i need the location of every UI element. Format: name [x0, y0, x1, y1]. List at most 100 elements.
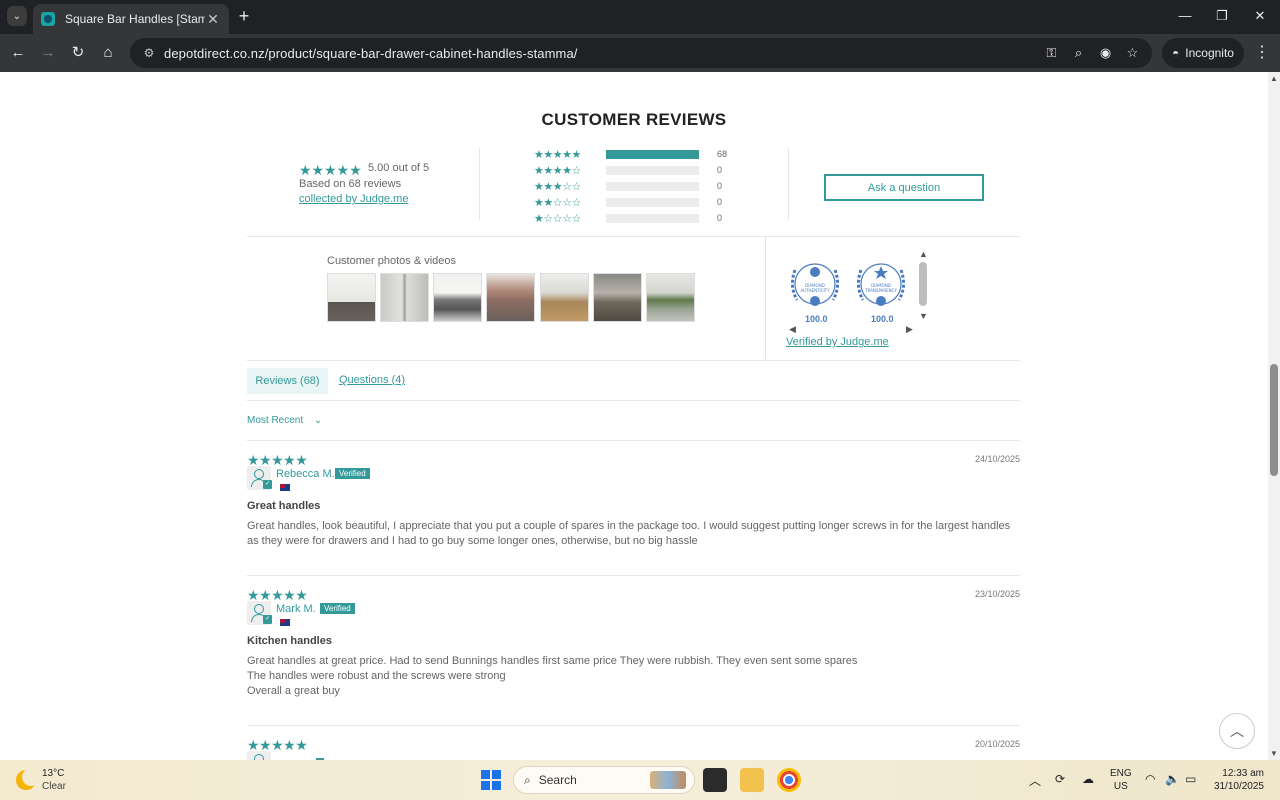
reviewer-avatar-icon — [247, 751, 271, 760]
language-indicator[interactable]: ENG US — [1110, 767, 1132, 793]
histogram-count: 0 — [717, 213, 723, 223]
new-tab-plus-icon[interactable]: + — [234, 6, 254, 26]
badge-score: 100.0 — [805, 314, 828, 324]
wifi-icon[interactable]: ◠ — [1145, 772, 1155, 786]
histogram-row[interactable]: ★★★☆☆ 0 — [534, 179, 722, 193]
incognito-indicator[interactable]: ◓ Incognito — [1162, 38, 1244, 68]
customer-photo[interactable] — [540, 273, 589, 322]
histogram-bar — [606, 197, 699, 207]
restore-icon[interactable]: ❐ — [1207, 6, 1237, 26]
file-explorer-icon[interactable] — [740, 768, 764, 792]
tab-title: Square Bar Handles [Stamma] | — [65, 12, 205, 26]
verified-by-link[interactable]: Verified by Judge.me — [786, 336, 889, 348]
chrome-icon[interactable] — [777, 768, 801, 792]
svg-text:TRANSPARENCY: TRANSPARENCY — [864, 288, 897, 293]
bookmark-star-icon[interactable]: ☆ — [1123, 43, 1142, 63]
taskbar-search-box[interactable]: ⌕ Search — [513, 766, 695, 794]
customer-photo[interactable] — [486, 273, 535, 322]
nz-flag-icon — [280, 484, 290, 491]
average-rating-text: 5.00 out of 5 — [368, 162, 430, 174]
page-content: CUSTOMER REVIEWS ★★★★★ 5.00 out of 5 Bas… — [0, 72, 1268, 760]
reload-icon[interactable]: ↻ — [67, 42, 89, 64]
scroll-down-icon[interactable]: ▼ — [1268, 749, 1280, 758]
weather-temperature[interactable]: 13°C — [42, 768, 64, 779]
histogram-bar — [606, 165, 699, 175]
minimize-icon[interactable]: — — [1170, 6, 1200, 26]
tab-reviews[interactable]: Reviews (68) — [247, 368, 328, 394]
weather-description[interactable]: Clear — [42, 781, 66, 792]
tray-overflow-chevron-icon[interactable]: ︿ — [1029, 772, 1041, 789]
histogram-row[interactable]: ★☆☆☆☆ 0 — [534, 211, 722, 225]
system-clock[interactable]: 12:33 am 31/10/2025 — [1212, 767, 1264, 793]
verified-badge: Verified — [335, 468, 370, 479]
badge-carousel-left-icon[interactable]: ◀ — [789, 324, 796, 335]
search-highlight-icon — [650, 771, 686, 789]
task-view-icon[interactable] — [703, 768, 727, 792]
collected-by-link[interactable]: collected by Judge.me — [299, 193, 408, 205]
based-on-text: Based on 68 reviews — [299, 178, 402, 190]
customer-photo[interactable] — [646, 273, 695, 322]
customer-photo[interactable] — [380, 273, 429, 322]
active-tab[interactable]: Square Bar Handles [Stamma] | ✕ — [33, 4, 229, 34]
verified-badge: Verified — [320, 603, 355, 614]
sort-label: Most Recent — [247, 415, 304, 426]
diamond-transparency-badge[interactable]: DIAMOND TRANSPARENCY — [851, 256, 911, 322]
diamond-authenticity-badge[interactable]: DIAMOND AUTHENTICITY — [785, 256, 845, 322]
customer-photo[interactable] — [593, 273, 642, 322]
language-region: US — [1113, 781, 1128, 792]
eye-off-icon[interactable]: ◉ — [1096, 43, 1115, 63]
customer-photos-label: Customer photos & videos — [327, 255, 457, 267]
divider — [247, 236, 1020, 237]
site-info-icon[interactable]: ⚙ — [134, 46, 164, 60]
customer-photo[interactable] — [327, 273, 376, 322]
verified-check-icon: ✓ — [263, 480, 272, 489]
clock-time: 12:33 am — [1222, 768, 1264, 779]
page-scrollbar[interactable]: ▲ ▼ — [1268, 72, 1280, 760]
review-body: Great handles at great price. Had to sen… — [247, 655, 858, 697]
moon-weather-icon[interactable] — [16, 768, 40, 790]
reviews-heading: CUSTOMER REVIEWS — [541, 110, 727, 129]
url-text[interactable]: depotdirect.co.nz/product/square-bar-dra… — [164, 46, 578, 61]
tab-search-chevron-icon[interactable]: ⌄ — [7, 6, 27, 26]
tab-close-icon[interactable]: ✕ — [205, 11, 221, 28]
windows-start-icon[interactable] — [481, 770, 501, 790]
battery-icon[interactable]: ▭ — [1185, 772, 1196, 786]
home-icon[interactable]: ⌂ — [97, 42, 119, 64]
sync-icon[interactable]: ⟳ — [1055, 772, 1065, 786]
badge-scroll-up-icon[interactable]: ▲ — [919, 249, 928, 259]
badge-carousel-right-icon[interactable]: ▶ — [906, 324, 913, 335]
verified-check-icon: ✓ — [263, 615, 272, 624]
divider — [247, 400, 1020, 401]
close-window-icon[interactable]: ✕ — [1245, 6, 1275, 26]
badge-scroll-down-icon[interactable]: ▼ — [919, 311, 928, 321]
average-rating-stars: ★★★★★ — [299, 162, 362, 178]
cloud-off-icon[interactable]: ☁ — [1082, 772, 1094, 786]
histogram-count: 68 — [717, 149, 728, 159]
back-to-top-button[interactable]: ︿ — [1219, 713, 1255, 749]
address-bar[interactable]: ⚙ depotdirect.co.nz/product/square-bar-d… — [130, 38, 1152, 68]
ask-question-button[interactable]: Ask a question — [824, 174, 984, 201]
histogram-count: 0 — [717, 197, 723, 207]
histogram-row[interactable]: ★★★★☆ 0 — [534, 163, 722, 177]
password-key-icon[interactable]: ⚿ — [1042, 43, 1061, 63]
browser-toolbar: ← → ↻ ⌂ ⚙ depotdirect.co.nz/product/squa… — [0, 34, 1280, 72]
volume-icon[interactable]: 🔈 — [1165, 772, 1180, 786]
divider — [788, 148, 789, 220]
divider — [479, 148, 480, 220]
histogram-row[interactable]: ★★★★★ 68 — [534, 147, 727, 161]
zoom-icon[interactable]: ⌕ — [1069, 43, 1088, 63]
divider — [247, 440, 1020, 441]
scrollbar-thumb[interactable] — [1270, 364, 1278, 476]
customer-photo[interactable] — [433, 273, 482, 322]
sort-dropdown[interactable]: Most Recent ⌄ — [247, 415, 322, 426]
scroll-up-icon[interactable]: ▲ — [1268, 74, 1280, 83]
review-title: Great handles — [247, 500, 321, 512]
search-placeholder: Search — [538, 773, 577, 787]
histogram-row[interactable]: ★★☆☆☆ 0 — [534, 195, 722, 209]
browser-menu-icon[interactable]: ⋮ — [1252, 42, 1272, 64]
laurel-badge-icon: DIAMOND AUTHENTICITY — [790, 263, 840, 306]
back-arrow-icon[interactable]: ← — [7, 42, 29, 64]
badge-scrollbar[interactable] — [919, 262, 927, 306]
tab-questions[interactable]: Questions (4) — [339, 374, 405, 386]
forward-arrow-icon[interactable]: → — [37, 42, 59, 64]
